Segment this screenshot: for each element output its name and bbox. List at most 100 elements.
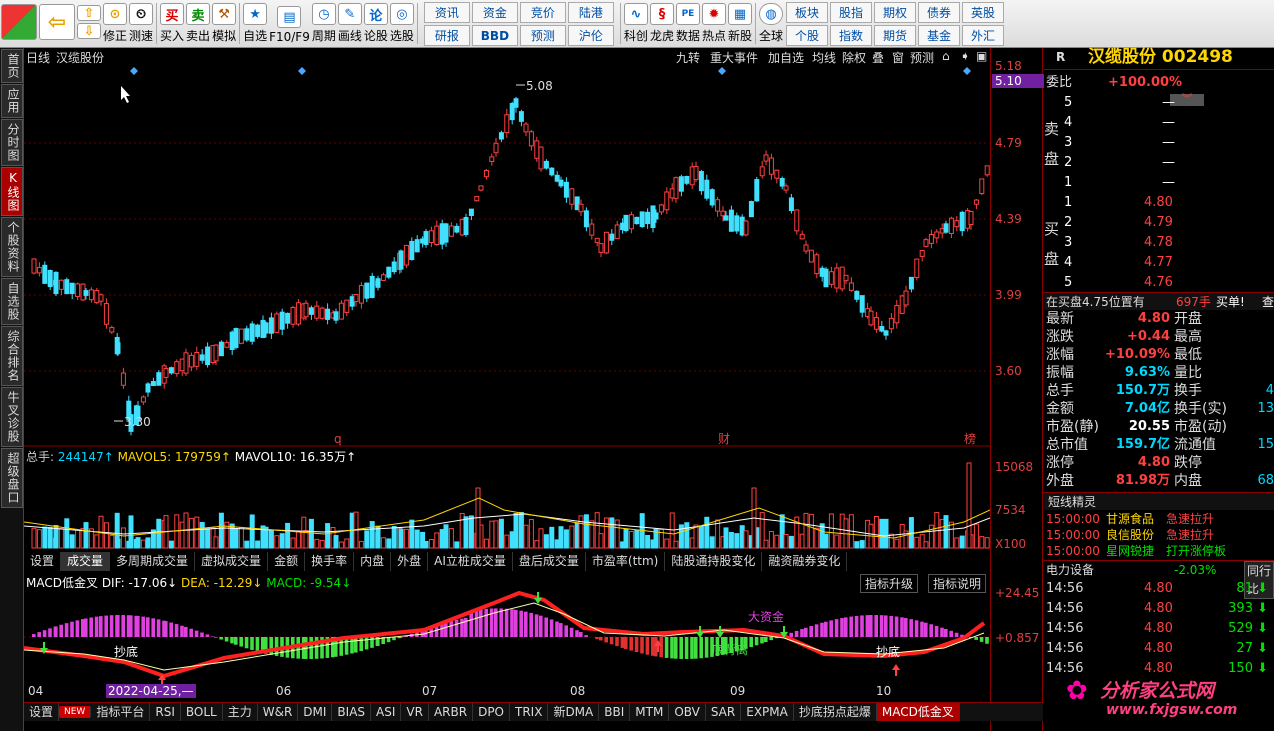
indicator-upgrade-button[interactable]: 指标升级 bbox=[860, 574, 919, 593]
candle-body bbox=[504, 114, 510, 134]
bottom-tab-15[interactable]: BBI bbox=[599, 703, 631, 721]
nav-watchlist[interactable]: 自选股 bbox=[1, 278, 23, 325]
bottom-tab-21[interactable]: MACD低金叉 bbox=[876, 703, 960, 721]
indicator-tab-10[interactable]: 市盈率(ttm) bbox=[586, 552, 666, 571]
indicator-tab-11[interactable]: 陆股通持股变化 bbox=[665, 552, 763, 571]
info-auction-link[interactable]: 竞价 bbox=[519, 2, 566, 23]
sprite-stock[interactable]: 星网锐捷 bbox=[1106, 542, 1154, 560]
volume-bar bbox=[493, 520, 499, 549]
macd-bar bbox=[609, 637, 614, 645]
sector-name[interactable]: 电力设备 bbox=[1046, 561, 1094, 579]
nav-kline[interactable]: K线图 bbox=[1, 167, 23, 216]
macd-bar bbox=[809, 625, 813, 637]
market-uk-link[interactable]: 英股 bbox=[962, 2, 1005, 23]
nav-diagnosis[interactable]: 牛叉诊股 bbox=[1, 387, 23, 447]
back-button[interactable]: ⇦ bbox=[38, 0, 76, 47]
bottom-tab-18[interactable]: SAR bbox=[706, 703, 742, 721]
period-button[interactable]: ◷ 周期 bbox=[311, 0, 337, 47]
data-button[interactable]: PE 数据 bbox=[675, 0, 701, 47]
indicator-tab-12[interactable]: 融资融券变化 bbox=[762, 552, 848, 571]
info-forecast-link[interactable]: 预测 bbox=[519, 25, 566, 46]
sell-button[interactable]: 卖卖出 bbox=[185, 0, 211, 47]
bottom-tab-0[interactable]: 设置 bbox=[24, 703, 60, 721]
market-stock-link[interactable]: 个股 bbox=[786, 25, 829, 46]
indicator-tab-4[interactable]: 金额 bbox=[268, 552, 306, 571]
fix-button[interactable]: ⊙ 修正 bbox=[102, 0, 128, 47]
bottom-tab-17[interactable]: OBV bbox=[669, 703, 706, 721]
indicator-tab-9[interactable]: 盘后成交量 bbox=[513, 552, 586, 571]
tick-time: 14:56 bbox=[1046, 621, 1084, 636]
indicator-tab-6[interactable]: 内盘 bbox=[354, 552, 392, 571]
menu-logo-button[interactable] bbox=[0, 0, 38, 47]
indicator-tab-7[interactable]: 外盘 bbox=[391, 552, 429, 571]
speed-test-button[interactable]: ⏲ 测速 bbox=[128, 0, 154, 47]
global-button[interactable]: ◍ 全球 bbox=[758, 0, 784, 47]
indicator-tab-3[interactable]: 虚拟成交量 bbox=[195, 552, 269, 571]
bottom-tab-13[interactable]: TRIX bbox=[510, 703, 549, 721]
macd-signal-label: 抄底 bbox=[876, 644, 900, 659]
market-bond-link[interactable]: 债券 bbox=[918, 2, 961, 23]
indicator-tab-0[interactable]: 设置 bbox=[24, 552, 62, 571]
bottom-tab-7[interactable]: DMI bbox=[298, 703, 333, 721]
nav-ranking[interactable]: 综合排名 bbox=[1, 326, 23, 386]
info-news-link[interactable]: 资讯 bbox=[423, 2, 470, 23]
bottom-tab-11[interactable]: ARBR bbox=[429, 703, 474, 721]
bottom-tab-20[interactable]: 抄底拐点起爆 bbox=[794, 703, 877, 721]
indicator-tab-1[interactable]: 成交量 bbox=[61, 552, 111, 571]
bottom-tab-14[interactable]: 新DMA bbox=[548, 703, 600, 721]
draw-button[interactable]: ✎ 画线 bbox=[337, 0, 363, 47]
market-futures-link[interactable]: 期货 bbox=[874, 25, 917, 46]
bottom-tab-16[interactable]: MTM bbox=[630, 703, 670, 721]
info-line-more[interactable]: 查 bbox=[1262, 293, 1274, 311]
nav-timeshare[interactable]: 分时图 bbox=[1, 119, 23, 166]
macd-bar bbox=[884, 615, 888, 637]
market-index2-link[interactable]: 指数 bbox=[830, 25, 873, 46]
bottom-tab-4[interactable]: BOLL bbox=[181, 703, 223, 721]
volume-bar bbox=[859, 540, 865, 549]
candle-body bbox=[513, 98, 519, 108]
bottom-tab-3[interactable]: RSI bbox=[150, 703, 181, 721]
nav-super-book[interactable]: 超级盘口 bbox=[1, 448, 23, 508]
indicator-help-button[interactable]: 指标说明 bbox=[928, 574, 987, 593]
pick-stock-button[interactable]: ◎ 选股 bbox=[389, 0, 415, 47]
info-funds-link[interactable]: 资金 bbox=[471, 2, 518, 23]
bottom-tab-8[interactable]: BIAS bbox=[332, 703, 372, 721]
buy-button[interactable]: 买买入 bbox=[159, 0, 185, 47]
new-stock-button[interactable]: ▦ 新股 bbox=[727, 0, 753, 47]
bottom-tab-5[interactable]: 主力 bbox=[223, 703, 258, 721]
market-sector-link[interactable]: 板块 bbox=[786, 2, 829, 23]
discuss-button[interactable]: 论论股 bbox=[363, 0, 389, 47]
volume-bar bbox=[523, 524, 529, 549]
vol-ma5: 179759↑ bbox=[175, 450, 231, 464]
bottom-tab-1[interactable]: NEW bbox=[59, 706, 92, 718]
f10-button[interactable]: ▤ F10/F9 bbox=[268, 0, 311, 47]
indicator-tab-2[interactable]: 多周期成交量 bbox=[110, 552, 196, 571]
info-shlon-link[interactable]: 沪伦 bbox=[567, 25, 614, 46]
bottom-tab-2[interactable]: 指标平台 bbox=[91, 703, 151, 721]
indicator-tab-8[interactable]: AI立桩成交量 bbox=[428, 552, 513, 571]
bottom-tab-19[interactable]: EXPMA bbox=[741, 703, 794, 721]
bottom-tab-9[interactable]: ASI bbox=[371, 703, 402, 721]
nav-home[interactable]: 首页 bbox=[1, 49, 23, 83]
simulate-button[interactable]: ⚒ 模拟 bbox=[211, 0, 237, 47]
indicator-tab-5[interactable]: 换手率 bbox=[305, 552, 355, 571]
market-index-link[interactable]: 股指 bbox=[830, 2, 873, 23]
market-fx-link[interactable]: 外汇 bbox=[962, 25, 1005, 46]
bottom-tab-10[interactable]: VR bbox=[401, 703, 429, 721]
market-options-link[interactable]: 期权 bbox=[874, 2, 917, 23]
macd-bar bbox=[94, 616, 99, 637]
bottom-tab-12[interactable]: DPO bbox=[473, 703, 510, 721]
bottom-tab-6[interactable]: W&R bbox=[258, 703, 299, 721]
watchlist-button[interactable]: ★ 自选 bbox=[242, 0, 268, 47]
dragon-tiger-button[interactable]: § 龙虎 bbox=[649, 0, 675, 47]
up-down-button[interactable]: ⇧ ⇩ bbox=[76, 0, 102, 47]
info-research-link[interactable]: 研报 bbox=[423, 25, 470, 46]
info-bbd-link[interactable]: BBD bbox=[471, 25, 518, 46]
market-fund-link[interactable]: 基金 bbox=[918, 25, 961, 46]
hotspot-button[interactable]: ✹ 热点 bbox=[701, 0, 727, 47]
star-market-button[interactable]: ∿ 科创 bbox=[623, 0, 649, 47]
volume-bar bbox=[386, 538, 392, 549]
nav-apps[interactable]: 应用 bbox=[1, 84, 23, 118]
info-hk-link[interactable]: 陆港 bbox=[567, 2, 614, 23]
nav-profile[interactable]: 个股资料 bbox=[1, 217, 23, 277]
